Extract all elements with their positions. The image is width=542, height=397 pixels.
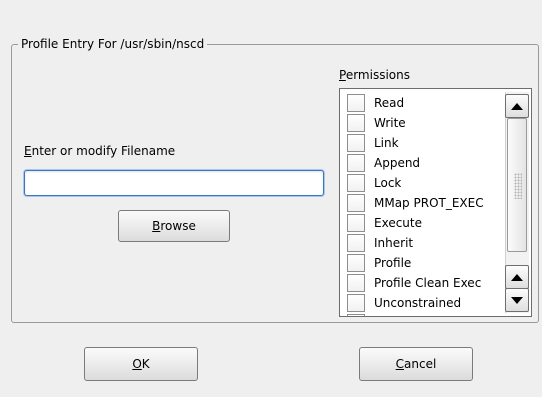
permission-item-label: MMap PROT_EXEC (374, 196, 484, 210)
permission-item-lock[interactable]: Lock (347, 173, 401, 193)
scroll-up-button[interactable] (505, 94, 529, 118)
browse-button[interactable]: Browse (118, 210, 230, 242)
permissions-label: Permissions (339, 68, 410, 82)
permission-item-unconstrained[interactable]: Unconstrained (347, 293, 461, 313)
permissions-list[interactable]: Read Write Link Append Lock MMap PROT_EX… (339, 88, 532, 317)
permission-item-execute[interactable]: Execute (347, 213, 422, 233)
permission-checkbox[interactable] (347, 274, 365, 292)
cancel-mnemonic: C (395, 357, 405, 371)
permission-checkbox[interactable] (347, 194, 365, 212)
permission-item-label: Write (374, 116, 406, 130)
permission-checkbox[interactable] (347, 234, 365, 252)
scroll-up-button-lower[interactable] (505, 265, 529, 289)
permission-checkbox[interactable] (347, 174, 365, 192)
permission-checkbox[interactable] (347, 294, 365, 312)
ok-label: K (141, 357, 150, 371)
permission-item-link[interactable]: Link (347, 133, 399, 153)
filename-input[interactable] (24, 170, 324, 196)
arrow-up-icon (511, 102, 523, 110)
browse-label: rowse (160, 219, 196, 233)
permission-checkbox[interactable] (347, 254, 365, 272)
filename-label-text: nter or modify Filename (31, 144, 176, 158)
permission-item-label: Link (374, 136, 399, 150)
permission-item-read[interactable]: Read (347, 93, 404, 113)
permission-checkbox[interactable] (347, 114, 365, 132)
permission-item-inherit[interactable]: Inherit (347, 233, 413, 253)
permissions-label-mnemonic: P (339, 68, 346, 82)
arrow-down-icon (511, 296, 523, 304)
scroll-down-button[interactable] (505, 288, 529, 312)
permission-checkbox[interactable] (347, 214, 365, 232)
permission-item-label: Unconstrained (374, 296, 462, 310)
permission-item-append[interactable]: Append (347, 153, 420, 173)
filename-label: Enter or modify Filename (24, 144, 175, 158)
permission-item-label: Append (374, 156, 421, 170)
scrollbar-thumb[interactable] (507, 118, 527, 252)
permission-item-label: Inherit (374, 236, 414, 250)
cancel-label: ancel (404, 357, 437, 371)
permission-item-label: Profile Clean Exec (374, 276, 482, 290)
permission-item-label: Execute (374, 216, 422, 230)
permission-item-write[interactable]: Write (347, 113, 406, 133)
ok-button[interactable]: OK (84, 347, 198, 381)
cancel-button[interactable]: Cancel (359, 347, 473, 381)
arrow-up-icon (511, 273, 523, 281)
permission-item-profile[interactable]: Profile (347, 253, 411, 273)
grip-icon (514, 173, 522, 199)
permission-checkbox[interactable] (347, 134, 365, 152)
permission-checkbox (347, 314, 365, 316)
permission-checkbox[interactable] (347, 154, 365, 172)
permission-item-label: Profile (374, 256, 412, 270)
permission-item-profile-clean-exec[interactable]: Profile Clean Exec (347, 273, 481, 293)
permission-item-label: Lock (374, 176, 402, 190)
ok-mnemonic: O (132, 357, 142, 371)
permission-item-mmap-prot-exec[interactable]: MMap PROT_EXEC (347, 193, 484, 213)
filename-label-mnemonic: E (24, 144, 32, 158)
permission-checkbox[interactable] (347, 94, 365, 112)
permission-item-partial (347, 313, 374, 316)
groupbox-title: Profile Entry For /usr/sbin/nscd (18, 37, 208, 51)
permission-item-label: Read (374, 96, 405, 110)
permissions-label-text: ermissions (345, 68, 410, 82)
